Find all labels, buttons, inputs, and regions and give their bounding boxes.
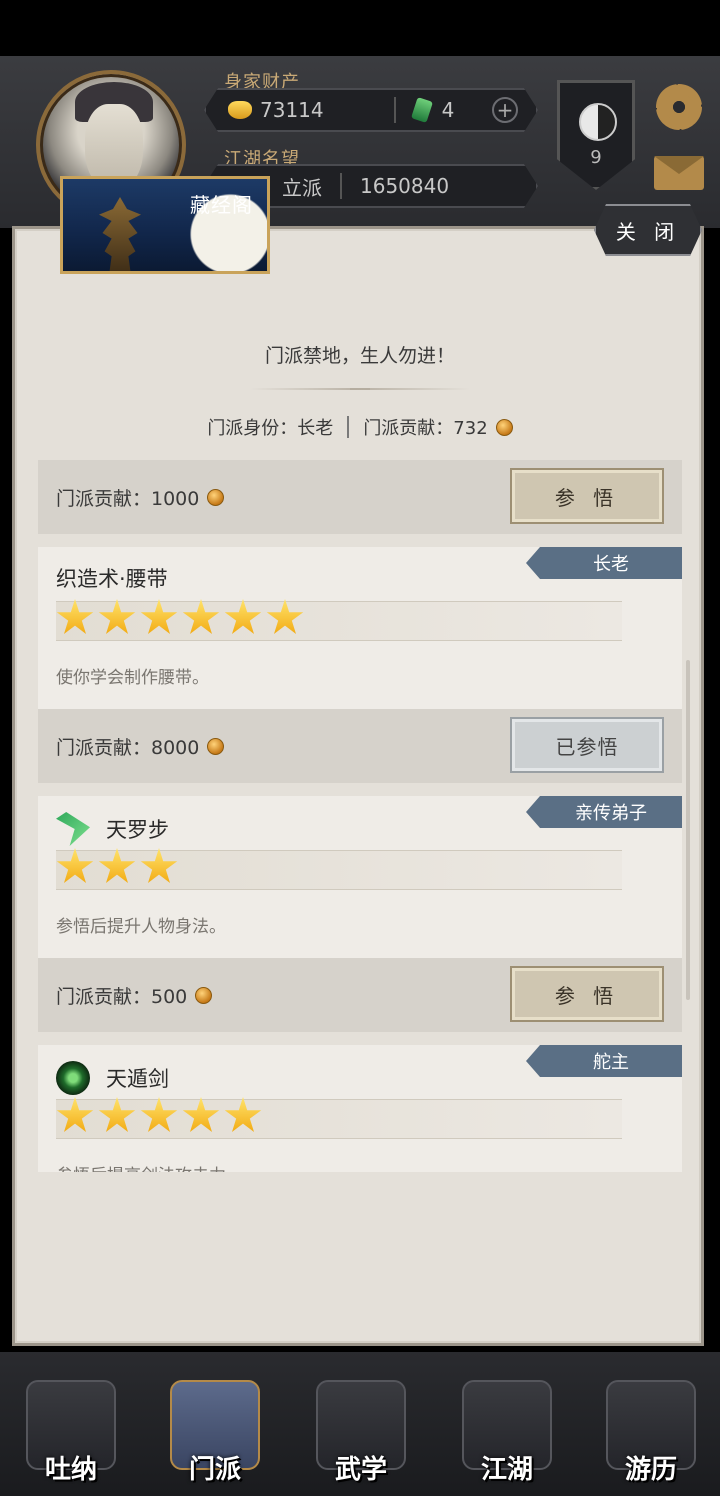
scene-card: 藏经阁 bbox=[60, 176, 270, 274]
cost-label: 门派贡献：500 bbox=[56, 985, 188, 1008]
star-icon bbox=[266, 599, 304, 634]
skill-name-text: 织造术·腰带 bbox=[56, 567, 168, 591]
comprehended-button[interactable]: 已参悟 bbox=[510, 717, 664, 773]
skill-card: 舵主 天遁剑 参悟后提高剑法攻击力 bbox=[38, 1045, 682, 1172]
skill-name: 织造术·腰带 bbox=[56, 563, 168, 593]
cost-label: 门派贡献：8000 bbox=[56, 736, 200, 759]
gear-icon[interactable] bbox=[656, 84, 702, 130]
footwork-icon bbox=[56, 812, 90, 846]
star-icon bbox=[98, 599, 136, 634]
gold-ingot-icon bbox=[228, 101, 252, 119]
cost-row: 门派贡献：500 参 悟 bbox=[38, 958, 682, 1032]
nav-travel[interactable]: 游历 bbox=[596, 1370, 706, 1490]
star-icon bbox=[224, 1097, 262, 1132]
rank-tag: 舵主 bbox=[526, 1045, 682, 1077]
star-icon bbox=[98, 848, 136, 883]
star-icon bbox=[140, 599, 178, 634]
close-button[interactable]: 关 闭 bbox=[594, 204, 702, 256]
nav-jianghu[interactable]: 江湖 bbox=[452, 1370, 562, 1490]
emblem-level: 9 bbox=[590, 147, 602, 168]
skill-name-text: 天遁剑 bbox=[106, 1067, 169, 1091]
skill-description: 使你学会制作腰带。 bbox=[56, 668, 209, 688]
coin-icon bbox=[207, 737, 225, 755]
jade-icon bbox=[411, 97, 433, 123]
wealth-bar: 73114 4 + bbox=[204, 88, 538, 132]
list-scrollbar[interactable] bbox=[686, 660, 690, 1000]
nav-label: 武学 bbox=[334, 1455, 387, 1485]
star-rating bbox=[56, 599, 308, 637]
add-currency-button[interactable]: + bbox=[492, 97, 518, 123]
contribution-label: 门派贡献：732 bbox=[363, 418, 488, 439]
ornament-right bbox=[350, 388, 470, 390]
skill-card: 亲传弟子 天罗步 参悟后提升人物身法。 bbox=[38, 796, 682, 958]
star-rating bbox=[56, 1097, 266, 1135]
nav-label: 江湖 bbox=[480, 1455, 533, 1485]
skill-description: 参悟后提升人物身法。 bbox=[56, 917, 226, 937]
coin-icon bbox=[195, 986, 213, 1004]
cost-label: 门派贡献：1000 bbox=[56, 487, 200, 510]
nav-tuna[interactable]: 吐纳 bbox=[16, 1370, 126, 1490]
rank-tag: 亲传弟子 bbox=[526, 796, 682, 828]
star-rating bbox=[56, 848, 182, 886]
star-icon bbox=[56, 599, 94, 634]
star-icon bbox=[224, 599, 262, 634]
nav-sect[interactable]: 门派 bbox=[160, 1370, 270, 1490]
star-icon bbox=[182, 1097, 220, 1132]
skill-card: 长老 织造术·腰带 使你学会制作腰带。 bbox=[38, 547, 682, 709]
nav-label: 门派 bbox=[188, 1455, 241, 1485]
motto-text: 门派禁地，生人勿进！ bbox=[264, 345, 455, 367]
reputation-value: 1650840 bbox=[360, 174, 450, 198]
divider bbox=[340, 173, 342, 199]
mail-icon[interactable] bbox=[654, 156, 704, 190]
coin-icon bbox=[207, 488, 225, 506]
cost-row: 门派贡献：8000 已参悟 bbox=[38, 709, 682, 783]
star-icon bbox=[182, 599, 220, 634]
yin-yang-icon bbox=[579, 103, 617, 141]
star-icon bbox=[140, 1097, 178, 1132]
scene-title: 藏经阁 bbox=[190, 193, 253, 217]
rank-tag: 长老 bbox=[526, 547, 682, 579]
skill-name: 天遁剑 bbox=[56, 1061, 169, 1095]
skill-name-text: 天罗步 bbox=[106, 818, 169, 842]
skill-name: 天罗步 bbox=[56, 812, 169, 846]
skill-list[interactable]: 门派贡献：1000 参 悟 长老 织造术·腰带 使你学会制作腰带。 门派贡献：8… bbox=[38, 460, 682, 1172]
sword-skill-icon bbox=[56, 1061, 90, 1095]
divider bbox=[394, 97, 396, 123]
star-icon bbox=[140, 848, 178, 883]
star-icon bbox=[56, 1097, 94, 1132]
star-icon bbox=[56, 848, 94, 883]
skill-description: 参悟后提高剑法攻击力 bbox=[56, 1161, 226, 1172]
pagoda-icon bbox=[99, 197, 141, 271]
coin-icon bbox=[495, 418, 513, 436]
comprehend-button[interactable]: 参 悟 bbox=[510, 468, 664, 524]
gold-amount: 73114 bbox=[260, 98, 324, 122]
sect-status: 立派 bbox=[282, 175, 322, 200]
nav-label: 游历 bbox=[624, 1455, 677, 1485]
identity-label: 门派身份：长老 bbox=[207, 418, 334, 439]
sect-info-line: 门派身份：长老 门派贡献：732 bbox=[0, 414, 720, 440]
cost-row: 门派贡献：1000 参 悟 bbox=[38, 460, 682, 534]
nav-martial-arts[interactable]: 武学 bbox=[306, 1370, 416, 1490]
status-bar bbox=[0, 0, 720, 56]
jade-amount: 4 bbox=[441, 98, 455, 122]
comprehend-button[interactable]: 参 悟 bbox=[510, 966, 664, 1022]
divider bbox=[347, 416, 350, 438]
nav-label: 吐纳 bbox=[44, 1455, 97, 1485]
star-icon bbox=[98, 1097, 136, 1132]
